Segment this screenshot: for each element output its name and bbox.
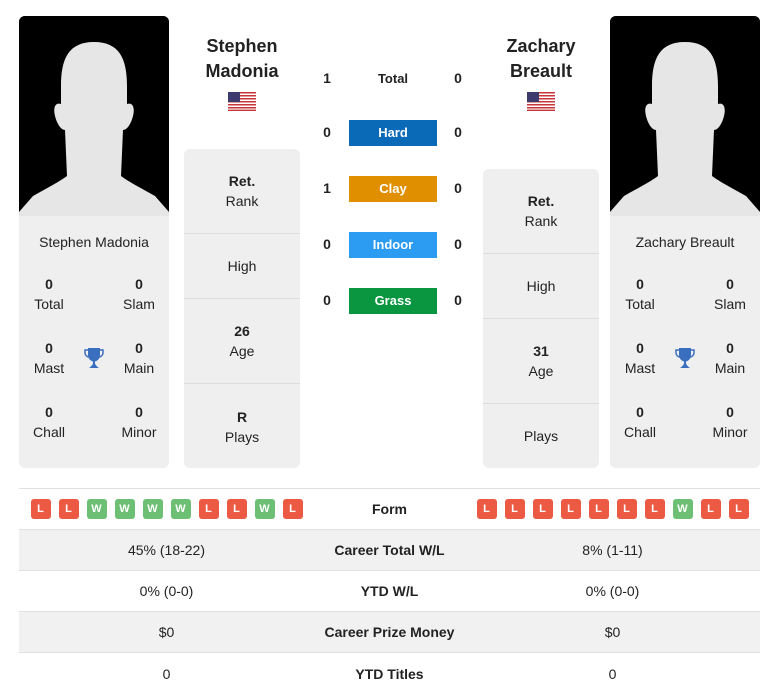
player2-heading[interactable]: Zachary Breault [483, 34, 599, 84]
player2-plays: Plays [523, 428, 559, 444]
player1-main-titles: 0 Main [123, 340, 155, 376]
player2-age: 31 Age [483, 319, 599, 404]
hard-surface-badge[interactable]: Hard [349, 120, 437, 146]
player1-rank: Ret. Rank [184, 149, 300, 234]
form-loss-badge[interactable]: L [30, 499, 51, 519]
player2-info-card: Ret. Rank High 31 Age Plays [483, 169, 599, 468]
h2h-hard-row: 0 Hard 0 [310, 120, 470, 146]
form-win-badge[interactable]: W [254, 499, 275, 519]
form-loss-badge[interactable]: L [504, 499, 525, 519]
form-loss-badge[interactable]: L [476, 499, 497, 519]
table-row: 0 YTD Titles 0 [19, 653, 760, 694]
player1-mast-titles: 0 Mast [33, 340, 65, 376]
player2-photo [610, 16, 760, 216]
player1-age: 26 Age [184, 299, 300, 384]
player1-value: $0 [158, 624, 175, 640]
player2-name: Zachary Breault [635, 234, 735, 250]
player1-heading[interactable]: Stephen Madonia [184, 34, 300, 84]
form-loss-badge[interactable]: L [588, 499, 609, 519]
silhouette-icon [19, 16, 169, 216]
form-win-badge[interactable]: W [142, 499, 163, 519]
player2-slam-titles: 0 Slam [714, 276, 746, 312]
player1-plays: R Plays [224, 408, 260, 445]
player2-titles-card: Zachary Breault 0 Total 0 Slam 0 Mast 0 Main… [610, 216, 760, 468]
player1-info-card: Ret. Rank High 26 Age R Plays [184, 149, 300, 468]
form-win-badge[interactable]: W [114, 499, 135, 519]
form-loss-badge[interactable]: L [532, 499, 553, 519]
form-loss-badge[interactable]: L [616, 499, 637, 519]
player2-form: LLLLLLLWLL [465, 499, 760, 519]
player1-titles-card: Stephen Madonia 0 Total 0 Slam 0 Mast 0 Main… [19, 216, 169, 468]
form-loss-badge[interactable]: L [226, 499, 247, 519]
player2-value: $0 [604, 624, 621, 640]
player1-value: 0% (0-0) [139, 583, 194, 599]
form-label: Form [372, 501, 407, 517]
player1-name: Stephen Madonia [39, 234, 149, 250]
clay-surface-badge[interactable]: Clay [349, 176, 437, 202]
player2-value: 0 [608, 665, 617, 682]
player1-total-titles: 0 Total [34, 276, 64, 312]
player1-chall-titles: 0 Chall [33, 404, 65, 440]
h2h-total-row: 1 Total 0 [323, 70, 462, 86]
player2-value: 0% (0-0) [585, 583, 640, 599]
form-win-badge[interactable]: W [170, 499, 191, 519]
form-loss-badge[interactable]: L [58, 499, 79, 519]
player2-total-titles: 0 Total [625, 276, 655, 312]
player1-value: 45% (18-22) [127, 542, 206, 558]
player2-main-titles: 0 Main [714, 340, 746, 376]
h2h-indoor-row: 0 Indoor 0 [310, 232, 470, 258]
row-label: YTD Titles [355, 665, 424, 682]
h2h-clay-row: 1 Clay 0 [310, 176, 470, 202]
form-loss-badge[interactable]: L [700, 499, 721, 519]
form-win-badge[interactable]: W [86, 499, 107, 519]
player2-high: High [483, 254, 599, 319]
form-loss-badge[interactable]: L [644, 499, 665, 519]
indoor-surface-badge[interactable]: Indoor [349, 232, 437, 258]
form-loss-badge[interactable]: L [728, 499, 749, 519]
us-flag-icon [527, 92, 555, 111]
player2-value: 8% (1-11) [582, 542, 643, 558]
form-loss-badge[interactable]: L [198, 499, 219, 519]
comparison-table: LLWWWWLLWL Form LLLLLLLWLL 45% (18-22) C… [19, 488, 760, 694]
form-win-badge[interactable]: W [672, 499, 693, 519]
table-row: 0% (0-0) YTD W/L 0% (0-0) [19, 571, 760, 612]
trophy-icon [84, 348, 104, 368]
player1-form: LLWWWWLLWL [19, 499, 314, 519]
player1-photo [19, 16, 169, 216]
player2-mast-titles: 0 Mast [624, 340, 656, 376]
row-label: Career Total W/L [334, 542, 445, 558]
form-loss-badge[interactable]: L [560, 499, 581, 519]
player1-high: High [184, 234, 300, 299]
player1-minor-titles: 0 Minor [121, 404, 157, 440]
us-flag-icon [228, 92, 256, 111]
h2h-grass-row: 0 Grass 0 [310, 288, 470, 314]
row-label: YTD W/L [360, 583, 419, 599]
silhouette-icon [610, 16, 760, 216]
player2-rank: Ret. Rank [483, 169, 599, 254]
player1-value: 0 [162, 665, 171, 682]
grass-surface-badge[interactable]: Grass [349, 288, 437, 314]
table-row: 45% (18-22) Career Total W/L 8% (1-11) [19, 530, 760, 571]
form-row: LLWWWWLLWL Form LLLLLLLWLL [19, 489, 760, 530]
table-row: $0 Career Prize Money $0 [19, 612, 760, 653]
player2-minor-titles: 0 Minor [712, 404, 748, 440]
row-label: Career Prize Money [324, 624, 455, 640]
form-loss-badge[interactable]: L [282, 499, 303, 519]
player1-slam-titles: 0 Slam [123, 276, 155, 312]
player2-chall-titles: 0 Chall [624, 404, 656, 440]
trophy-icon [675, 348, 695, 368]
